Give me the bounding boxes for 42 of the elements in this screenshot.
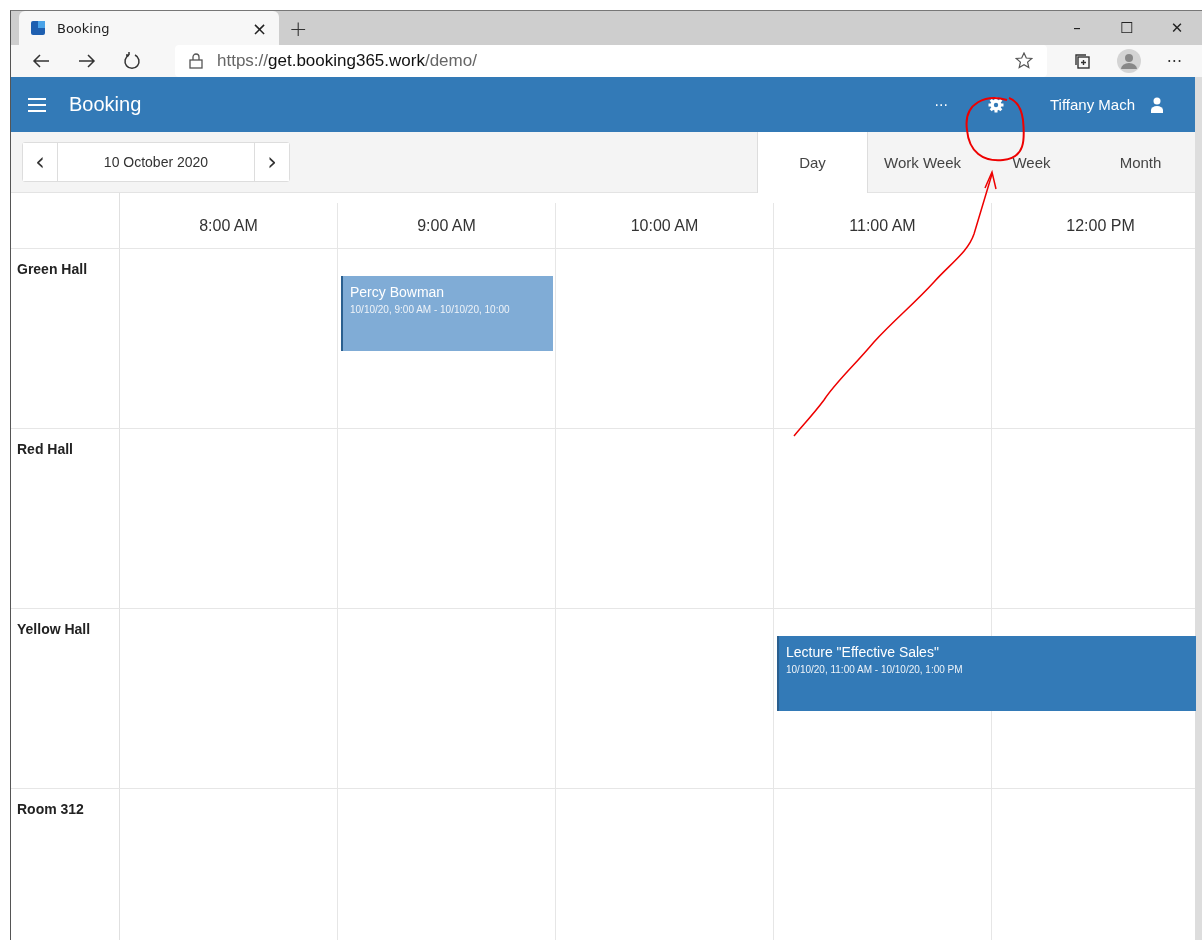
- room-name: Room 312: [17, 801, 84, 817]
- browser-menu-button[interactable]: ···: [1166, 51, 1182, 71]
- window-control[interactable]: ☐: [1102, 11, 1152, 45]
- time-header: 8:00 AM: [199, 216, 258, 235]
- event-time: 10/10/20, 9:00 AM - 10/10/20, 10:00: [350, 304, 511, 315]
- favorite-star-icon[interactable]: [1014, 52, 1033, 70]
- event-block[interactable]: Lecture "Effective Sales" 10/10/20, 11:00 AM - 10/10/20, 1:00 PM: [777, 636, 1196, 711]
- event-time: 10/10/20, 11:00 AM - 10/10/20, 1:00 PM: [786, 664, 964, 675]
- view-tab[interactable]: Month: [1086, 132, 1195, 192]
- scrollbar[interactable]: [1195, 77, 1202, 940]
- room-name: Red Hall: [17, 441, 73, 457]
- view-tab[interactable]: Work Week: [868, 132, 977, 192]
- app-title: Booking: [69, 93, 142, 116]
- tab-title: Booking: [57, 20, 111, 36]
- window-control[interactable]: ✕: [1152, 11, 1202, 45]
- room-name: Yellow Hall: [17, 621, 91, 637]
- user-icon[interactable]: [1150, 96, 1164, 113]
- view-tab[interactable]: Day: [757, 132, 868, 193]
- close-tab-button[interactable]: ×: [251, 17, 267, 39]
- menu-icon[interactable]: [27, 96, 47, 113]
- event-title: Percy Bowman: [350, 284, 446, 300]
- lock-icon: [189, 53, 203, 69]
- forward-icon[interactable]: [77, 53, 97, 69]
- time-header: 10:00 AM: [630, 216, 699, 235]
- view-tab[interactable]: Week: [977, 132, 1086, 192]
- settings-icon[interactable]: [987, 96, 1004, 113]
- more-button[interactable]: ···: [934, 96, 948, 113]
- app-logo-icon: [31, 21, 45, 35]
- address-bar[interactable]: https://get.booking365.work/demo/: [175, 45, 1047, 77]
- window-control[interactable]: –: [1052, 11, 1102, 45]
- back-icon[interactable]: [31, 53, 51, 69]
- time-header: 12:00 PM: [1066, 216, 1135, 235]
- room-name: Green Hall: [17, 261, 88, 277]
- event-title: Lecture "Effective Sales": [786, 644, 940, 660]
- refresh-icon[interactable]: [123, 52, 141, 70]
- new-tab-button[interactable]: +: [289, 15, 308, 41]
- time-header: 11:00 AM: [849, 216, 916, 235]
- time-header: 9:00 AM: [417, 216, 476, 235]
- browser-tab[interactable]: Booking ×: [19, 11, 279, 45]
- profile-avatar-icon[interactable]: [1116, 49, 1141, 73]
- user-name[interactable]: Tiffany Mach: [1049, 96, 1135, 113]
- collections-icon[interactable]: [1072, 52, 1091, 70]
